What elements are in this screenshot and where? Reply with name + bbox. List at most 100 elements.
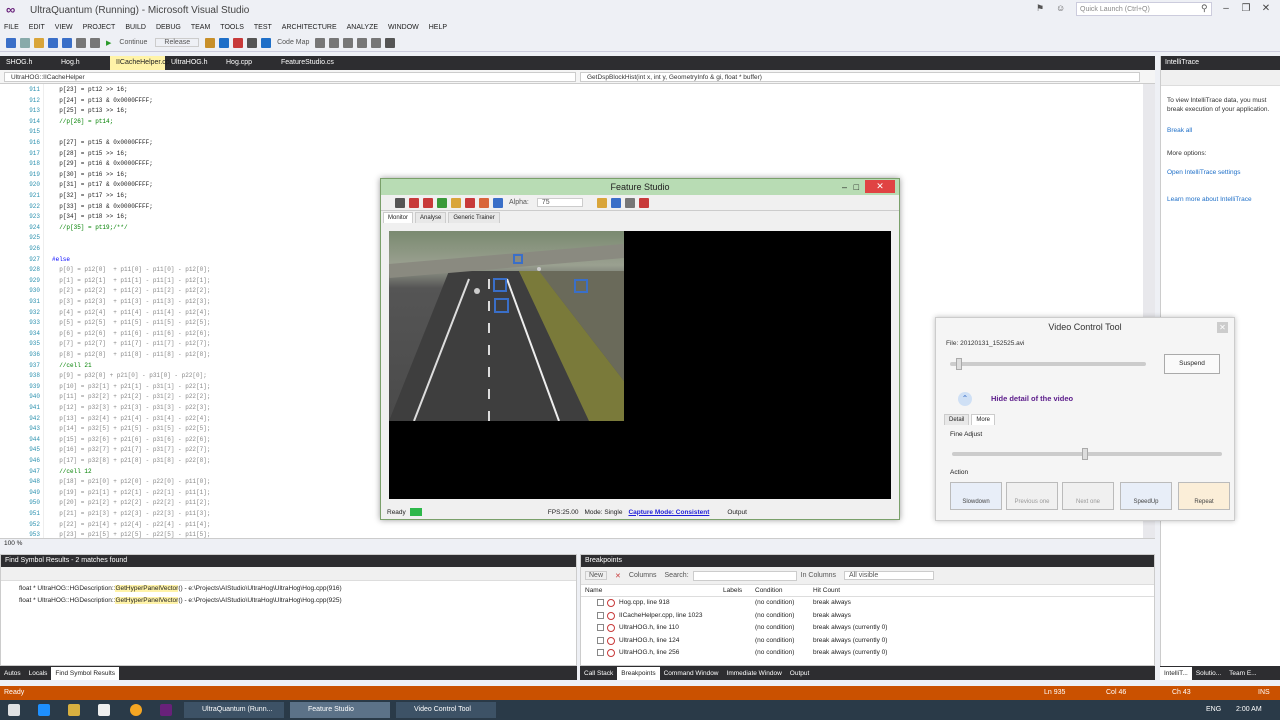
- fs-marker-icon[interactable]: [465, 197, 475, 208]
- tab-immediate-window[interactable]: Immediate Window: [723, 667, 786, 680]
- columns-dropdown[interactable]: Columns: [629, 572, 657, 579]
- menu-architecture[interactable]: ARCHITECTURE: [282, 24, 337, 31]
- fs-maximize-button[interactable]: □: [854, 179, 859, 195]
- tab-intellitrace[interactable]: IntelliT...: [1160, 666, 1192, 680]
- vct-close-button[interactable]: ✕: [1217, 322, 1228, 333]
- break-all-icon[interactable]: [219, 37, 230, 48]
- breakpoint-checkbox[interactable]: [597, 624, 604, 631]
- result-row[interactable]: float * UltraHOG::HGDescription::GetHype…: [1, 583, 576, 595]
- breakpoint-row[interactable]: UltraHOG.h, line 110 (no condition) break …: [581, 622, 1154, 635]
- fs-export-icon[interactable]: [638, 197, 649, 208]
- bookmark-icon[interactable]: [385, 37, 396, 48]
- fs-open-icon[interactable]: [395, 197, 405, 208]
- tab-locals[interactable]: Locals: [25, 667, 52, 680]
- open-file-icon[interactable]: [34, 37, 44, 48]
- breakpoint-checkbox[interactable]: [597, 611, 604, 619]
- fs-minimize-button[interactable]: –: [842, 179, 847, 195]
- result-row[interactable]: float * UltraHOG::HGDescription::GetHype…: [1, 595, 576, 607]
- fs-copy-icon[interactable]: [624, 197, 635, 208]
- fs-folder-icon[interactable]: [596, 197, 607, 208]
- menu-project[interactable]: PROJECT: [83, 24, 116, 31]
- forward-icon[interactable]: [20, 37, 30, 48]
- start-icon[interactable]: [8, 704, 20, 716]
- previous-one-button[interactable]: Previous one: [1006, 482, 1058, 510]
- tab-featurestudio-cs[interactable]: FeatureStudio.cs: [275, 56, 345, 70]
- vs-taskbar-icon[interactable]: [160, 704, 172, 716]
- save-icon[interactable]: [48, 37, 58, 48]
- continue-button[interactable]: Continue: [119, 39, 147, 46]
- taskbar-app-vs[interactable]: UltraQuantum (Runn...: [184, 702, 284, 718]
- col-hit-count[interactable]: Hit Count: [813, 587, 840, 594]
- tab-monitor[interactable]: Monitor: [383, 211, 414, 223]
- chrome-icon[interactable]: [130, 704, 142, 716]
- repeat-button[interactable]: Repeat: [1178, 482, 1230, 510]
- quick-launch-input[interactable]: Quick Launch (Ctrl+Q): [1076, 2, 1212, 16]
- fs-color-icon[interactable]: [493, 197, 503, 208]
- col-condition[interactable]: Condition: [755, 587, 782, 594]
- fs-output[interactable]: Output: [727, 509, 747, 516]
- collapse-icon[interactable]: ⌃: [958, 392, 972, 406]
- breakpoint-row[interactable]: Hog.cpp, line 918 (no condition) break alw…: [581, 597, 1154, 610]
- delete-icon[interactable]: ✕: [615, 572, 621, 580]
- app-icon[interactable]: [98, 704, 110, 716]
- menu-build[interactable]: BUILD: [125, 24, 146, 31]
- menu-analyze[interactable]: ANALYZE: [347, 24, 378, 31]
- stop-debugging-icon[interactable]: [233, 37, 244, 48]
- breakpoint-row[interactable]: IICacheHelper.cpp, line 1023 (no conditio…: [581, 610, 1154, 623]
- menu-debug[interactable]: DEBUG: [156, 24, 181, 31]
- speedup-button[interactable]: SpeedUp: [1120, 482, 1172, 510]
- step-over-icon[interactable]: [329, 37, 340, 48]
- fs-stop-icon[interactable]: [423, 197, 433, 208]
- minimize-button[interactable]: –: [1216, 2, 1236, 16]
- feature-studio-titlebar[interactable]: Feature Studio – □ ✕: [381, 179, 899, 195]
- fs-save-icon[interactable]: [610, 197, 621, 208]
- suspend-button[interactable]: Suspend: [1164, 354, 1220, 374]
- tab-team-explorer[interactable]: Team E...: [1225, 667, 1260, 680]
- scope-dropdown[interactable]: UltraHOG::IICacheHelper: [4, 72, 576, 82]
- tab-more[interactable]: More: [971, 414, 996, 425]
- taskbar-clock[interactable]: 2:00 AM: [1236, 706, 1262, 713]
- ie-icon[interactable]: [38, 704, 50, 716]
- uncomment-icon[interactable]: [371, 37, 382, 48]
- taskbar-language[interactable]: ENG: [1206, 706, 1221, 713]
- tab-shog-h[interactable]: SHOG.h: [0, 56, 55, 70]
- tab-hog-cpp[interactable]: Hog.cpp: [220, 56, 275, 70]
- back-icon[interactable]: [6, 37, 16, 48]
- tab-iicachehelper-cpp[interactable]: IICacheHelper.cpp: [110, 56, 174, 70]
- tab-output[interactable]: Output: [786, 667, 814, 680]
- fs-record-icon[interactable]: [409, 197, 419, 208]
- tab-ultrahog-h[interactable]: UltraHOG.h: [165, 56, 220, 70]
- feedback-icon[interactable]: ☺: [1056, 3, 1065, 13]
- menu-file[interactable]: FILE: [4, 24, 19, 31]
- restart-icon[interactable]: [247, 37, 258, 48]
- menu-edit[interactable]: EDIT: [29, 24, 45, 31]
- menu-window[interactable]: WINDOW: [388, 24, 419, 31]
- col-name[interactable]: Name: [585, 587, 602, 594]
- tab-analyse[interactable]: Analyse: [415, 211, 447, 223]
- col-labels[interactable]: Labels: [723, 587, 742, 594]
- slowdown-button[interactable]: Slowdown: [950, 482, 1002, 510]
- configuration-dropdown[interactable]: Release: [155, 38, 200, 47]
- breakpoint-row[interactable]: UltraHOG.h, line 256 (no condition) break …: [581, 647, 1154, 660]
- tab-breakpoints[interactable]: Breakpoints: [617, 666, 660, 680]
- fs-filter-icon[interactable]: [479, 197, 489, 208]
- open-settings-link[interactable]: Open IntelliTrace settings: [1161, 166, 1280, 179]
- menu-team[interactable]: TEAM: [191, 24, 210, 31]
- break-all-link[interactable]: Break all: [1161, 124, 1280, 137]
- redo-icon[interactable]: [90, 37, 100, 48]
- learn-more-link[interactable]: Learn more about IntelliTrace: [1161, 193, 1280, 206]
- step-into-icon[interactable]: [315, 37, 326, 48]
- seek-slider-track[interactable]: [950, 362, 1146, 366]
- tab-generic-trainer[interactable]: Generic Trainer: [448, 211, 500, 223]
- menu-view[interactable]: VIEW: [55, 24, 73, 31]
- menu-help[interactable]: HELP: [429, 24, 447, 31]
- step-out-icon[interactable]: [343, 37, 354, 48]
- seek-slider-knob[interactable]: [956, 358, 962, 370]
- breakpoint-checkbox[interactable]: [597, 599, 604, 606]
- tab-call-stack[interactable]: Call Stack: [580, 667, 617, 680]
- fs-close-button[interactable]: ✕: [865, 180, 895, 193]
- menu-test[interactable]: TEST: [254, 24, 272, 31]
- comment-icon[interactable]: [357, 37, 368, 48]
- breakpoint-checkbox[interactable]: [597, 636, 604, 644]
- tab-solution-explorer[interactable]: Solutio...: [1192, 667, 1225, 680]
